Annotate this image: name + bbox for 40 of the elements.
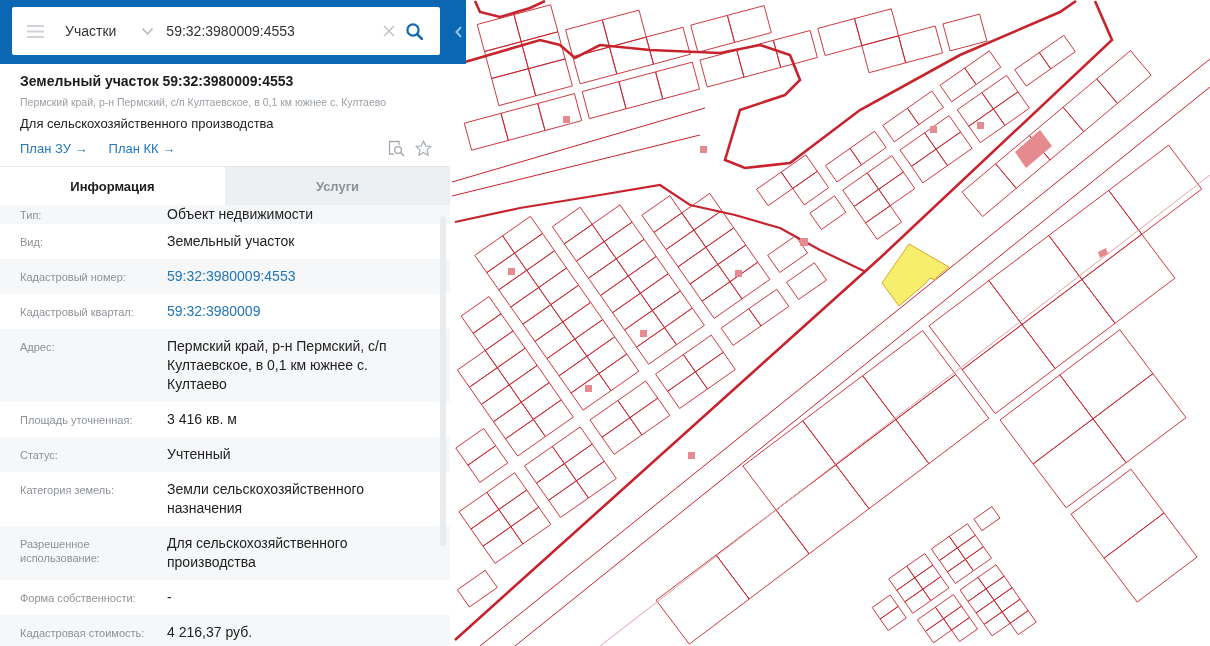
property-value: - [167,588,173,607]
property-label: Форма собственности: [20,591,137,606]
menu-icon[interactable] [27,24,44,38]
collapse-panel-button[interactable] [450,0,466,64]
parcel-purpose: Для сельскохозяйственного производства [20,115,275,133]
property-value: 4 216,37 руб. [167,623,254,642]
property-label: Категория земель: [20,483,116,498]
property-link[interactable]: 59:32:3980009:4553 [167,267,429,286]
property-value: 3 416 кв. м [167,410,238,429]
property-value: Земли сельскохозяйственного назначения [167,480,366,518]
property-value: Пермский край, р-н Пермский, с/п Култаевское, в 0,1 км южнее с. Култаево [167,337,388,394]
plan-link[interactable]: План КК → [108,140,176,156]
property-label: Тип: [20,208,43,223]
property-link[interactable]: 59:32:3980009 [167,302,429,321]
property-label: Кадастровый номер: [20,270,127,285]
property-label: Вид: [20,235,44,250]
parcel-title: Земельный участок 59:32:3980009:4553 [20,72,295,90]
property-value: Учтенный [167,445,232,464]
property-label: Разрешенное использование: [20,537,101,566]
search-input[interactable]: 59:32:3980009:4553 [166,23,375,39]
property-value: Для сельскохозяйственного производства [167,534,349,572]
document-search-icon[interactable] [388,139,405,157]
cadastral-map-drawing[interactable] [451,0,1210,646]
tab[interactable]: Услуги [225,167,450,205]
property-label: Кадастровый квартал: [20,305,135,320]
property-label: Адрес: [20,340,56,355]
category-dropdown[interactable]: Участки [65,23,154,39]
property-label: Кадастровая стоимость: [20,626,146,641]
star-icon[interactable] [415,139,432,157]
plan-link[interactable]: План ЗУ → [20,140,88,156]
caret-icon [142,27,154,35]
close-icon[interactable] [383,25,395,37]
property-value: Объект недвижимости [167,205,315,224]
parcel-address: Пермский край, р-н Пермский, с/п Култаевское, в 0,1 км южнее с. Култаево [20,95,388,109]
highlighted-parcel[interactable] [881,243,950,307]
property-value: Земельный участок [167,232,296,251]
property-label: Площадь уточненная: [20,413,134,428]
property-label: Статус: [20,448,59,463]
search-icon[interactable] [406,22,423,40]
chevron-left-icon [454,26,462,38]
